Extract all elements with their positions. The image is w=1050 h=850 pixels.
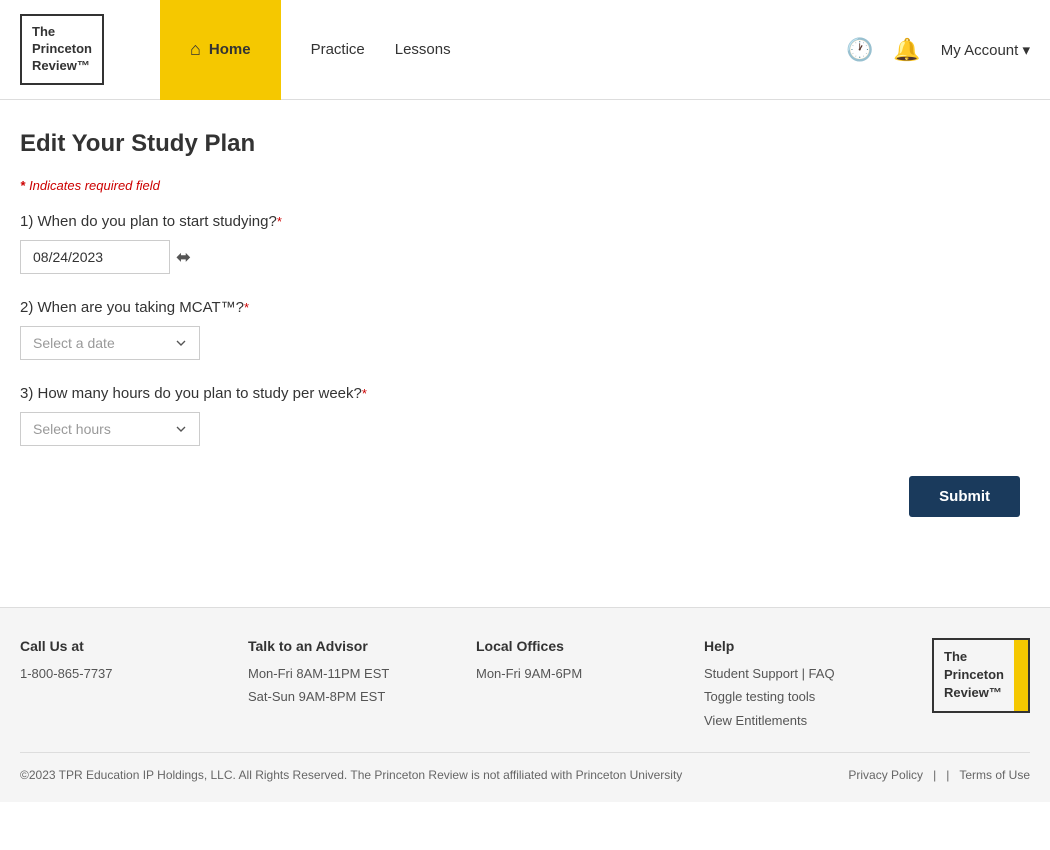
footer-top: Call Us at 1-800-865-7737 Talk to an Adv… bbox=[20, 638, 1030, 732]
footer-help-title: Help bbox=[704, 638, 854, 654]
footer: Call Us at 1-800-865-7737 Talk to an Adv… bbox=[0, 607, 1050, 802]
home-button[interactable]: ⌂ Home bbox=[160, 0, 281, 100]
footer-student-support-link[interactable]: Student Support | FAQ bbox=[704, 662, 854, 685]
footer-col-call: Call Us at 1-800-865-7737 bbox=[20, 638, 170, 685]
q3-required-star: * bbox=[362, 386, 367, 401]
footer-advisor-title: Talk to an Advisor bbox=[248, 638, 398, 654]
q2-required-star: * bbox=[244, 300, 249, 315]
start-date-input[interactable] bbox=[20, 240, 170, 274]
hours-per-week-select[interactable]: Select hours bbox=[20, 412, 200, 446]
footer-advisor-hours: Mon-Fri 8AM-11PM EST Sat-Sun 9AM-8PM EST bbox=[248, 662, 398, 709]
footer-logo-text: The Princeton Review™ bbox=[934, 640, 1014, 711]
footer-offices-title: Local Offices bbox=[476, 638, 626, 654]
footer-toggle-testing-link[interactable]: Toggle testing tools bbox=[704, 685, 854, 708]
footer-logo-yellow-bar bbox=[1014, 640, 1028, 711]
footer-copyright: ©2023 TPR Education IP Holdings, LLC. Al… bbox=[20, 768, 682, 782]
logo-area: The Princeton Review™ bbox=[0, 4, 160, 95]
date-input-wrapper: ⬌ bbox=[20, 240, 1030, 274]
clock-icon[interactable]: 🕐 bbox=[846, 37, 873, 63]
question-1-section: 1) When do you plan to start studying?* … bbox=[20, 213, 1030, 274]
my-account-link[interactable]: My Account ▾ bbox=[941, 41, 1030, 59]
required-note: * Indicates required field bbox=[20, 178, 1030, 193]
footer-col-advisor: Talk to an Advisor Mon-Fri 8AM-11PM EST … bbox=[248, 638, 398, 709]
question-3-label: 3) How many hours do you plan to study p… bbox=[20, 385, 1030, 402]
lessons-link[interactable]: Lessons bbox=[395, 41, 451, 58]
nav-right: 🕐 🔔 My Account ▾ bbox=[846, 37, 1050, 63]
required-star: * bbox=[20, 178, 25, 193]
terms-of-use-link[interactable]: Terms of Use bbox=[959, 768, 1030, 782]
footer-col-offices: Local Offices Mon-Fri 9AM-6PM bbox=[476, 638, 626, 685]
submit-area: Submit bbox=[20, 476, 1030, 517]
footer-view-entitlements-link[interactable]: View Entitlements bbox=[704, 709, 854, 732]
submit-button[interactable]: Submit bbox=[909, 476, 1020, 517]
q1-required-star: * bbox=[277, 214, 282, 229]
main-content: Edit Your Study Plan * Indicates require… bbox=[0, 100, 1050, 547]
nav-links: Practice Lessons bbox=[281, 41, 846, 58]
footer-offices-hours: Mon-Fri 9AM-6PM bbox=[476, 662, 626, 685]
logo: The Princeton Review™ bbox=[20, 14, 104, 85]
question-1-label: 1) When do you plan to start studying?* bbox=[20, 213, 1030, 230]
footer-col-help: Help Student Support | FAQ Toggle testin… bbox=[704, 638, 854, 732]
question-2-section: 2) When are you taking MCAT™?* Select a … bbox=[20, 299, 1030, 360]
footer-logo: The Princeton Review™ bbox=[932, 638, 1030, 713]
bell-icon[interactable]: 🔔 bbox=[893, 37, 920, 63]
footer-phone: 1-800-865-7737 bbox=[20, 662, 170, 685]
privacy-policy-link[interactable]: Privacy Policy bbox=[848, 768, 923, 782]
mcat-date-select[interactable]: Select a date bbox=[20, 326, 200, 360]
cursor-icon: ⬌ bbox=[176, 247, 191, 268]
footer-call-title: Call Us at bbox=[20, 638, 170, 654]
footer-bottom: ©2023 TPR Education IP Holdings, LLC. Al… bbox=[20, 752, 1030, 782]
page-title: Edit Your Study Plan bbox=[20, 130, 1030, 158]
question-2-label: 2) When are you taking MCAT™?* bbox=[20, 299, 1030, 316]
navbar: The Princeton Review™ ⌂ Home Practice Le… bbox=[0, 0, 1050, 100]
home-icon: ⌂ bbox=[190, 39, 201, 60]
practice-link[interactable]: Practice bbox=[311, 41, 365, 58]
footer-legal-links: Privacy Policy | | Terms of Use bbox=[848, 768, 1030, 782]
question-3-section: 3) How many hours do you plan to study p… bbox=[20, 385, 1030, 446]
